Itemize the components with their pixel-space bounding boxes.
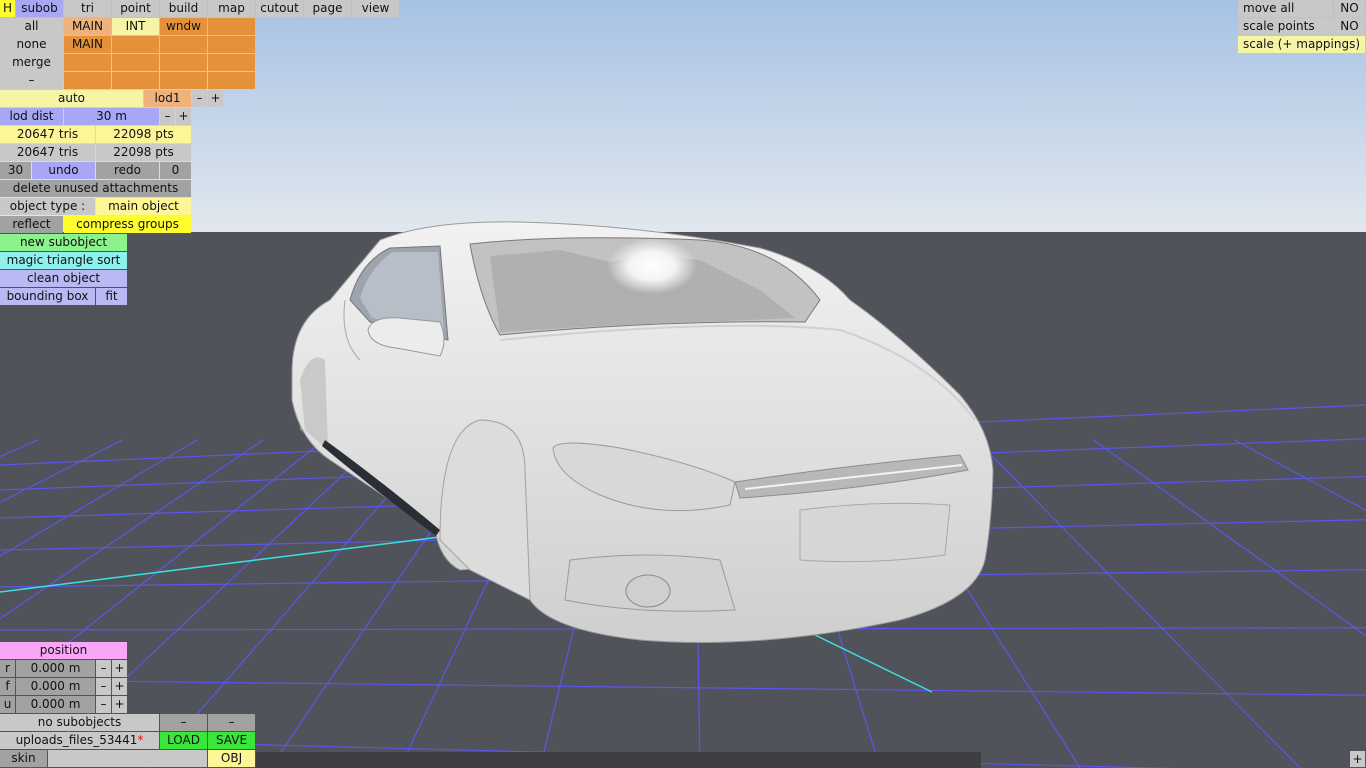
menu-page[interactable]: page: [304, 0, 351, 17]
skin-label[interactable]: skin: [0, 750, 47, 767]
group-none-button[interactable]: none: [0, 36, 63, 53]
group-cell[interactable]: [64, 54, 111, 71]
redo-count: 0: [160, 162, 191, 179]
total-pts-count: 22098 pts: [96, 144, 191, 161]
lod-dist-label: lod dist: [0, 108, 63, 125]
menu-subob[interactable]: subob: [16, 0, 63, 17]
selected-pts-count: 22098 pts: [96, 126, 191, 143]
lod-dist-plus-button[interactable]: +: [176, 108, 191, 125]
position-r-plus-button[interactable]: +: [112, 660, 127, 677]
lod-minus-button[interactable]: –: [192, 90, 207, 107]
subobject-next-button[interactable]: –: [208, 714, 255, 731]
subobject-prev-button[interactable]: –: [160, 714, 207, 731]
selected-tris-count: 20647 tris: [0, 126, 95, 143]
redo-button[interactable]: redo: [96, 162, 159, 179]
lod-mode-button[interactable]: auto: [0, 90, 143, 107]
group-cell[interactable]: [208, 18, 255, 35]
object-type-value[interactable]: main object: [96, 198, 191, 215]
position-axis-label: f: [0, 678, 15, 695]
scale-mappings-button[interactable]: scale (+ mappings): [1238, 36, 1365, 53]
undo-count: 30: [0, 162, 31, 179]
scale-points-label[interactable]: scale points: [1238, 18, 1333, 35]
menu-cutout[interactable]: cutout: [256, 0, 303, 17]
position-f-value[interactable]: 0.000 m: [16, 678, 95, 695]
position-r-value[interactable]: 0.000 m: [16, 660, 95, 677]
load-button[interactable]: LOAD: [160, 732, 207, 749]
group-cell[interactable]: INT: [112, 18, 159, 35]
group-cell[interactable]: MAIN: [64, 36, 111, 53]
magic-triangle-sort-button[interactable]: magic triangle sort: [0, 252, 127, 269]
fit-button[interactable]: fit: [96, 288, 127, 305]
position-u-value[interactable]: 0.000 m: [16, 696, 95, 713]
menu-point[interactable]: point: [112, 0, 159, 17]
menu-view[interactable]: view: [352, 0, 399, 17]
menu-tri[interactable]: tri: [64, 0, 111, 17]
menu-map[interactable]: map: [208, 0, 255, 17]
group-cell[interactable]: MAIN: [64, 18, 111, 35]
group-cell[interactable]: [112, 54, 159, 71]
obj-button[interactable]: OBJ: [208, 750, 255, 767]
status-bar: [256, 752, 981, 768]
bounding-box-button[interactable]: bounding box: [0, 288, 95, 305]
position-f-minus-button[interactable]: –: [96, 678, 111, 695]
group-cell[interactable]: wndw: [160, 18, 207, 35]
group-cell[interactable]: [208, 72, 255, 89]
group-cell[interactable]: [112, 72, 159, 89]
group-cell[interactable]: [160, 72, 207, 89]
compress-groups-button[interactable]: compress groups: [64, 216, 191, 233]
group-cell[interactable]: [64, 72, 111, 89]
position-u-minus-button[interactable]: –: [96, 696, 111, 713]
lod-plus-button[interactable]: +: [208, 90, 223, 107]
group-cell[interactable]: [208, 36, 255, 53]
reflect-button[interactable]: reflect: [0, 216, 63, 233]
object-type-label: object type :: [0, 198, 95, 215]
menu-h[interactable]: H: [0, 0, 15, 17]
group-cell[interactable]: [208, 54, 255, 71]
group-all-button[interactable]: all: [0, 18, 63, 35]
lod-dist-minus-button[interactable]: –: [160, 108, 175, 125]
total-tris-count: 20647 tris: [0, 144, 95, 161]
save-button[interactable]: SAVE: [208, 732, 255, 749]
position-u-plus-button[interactable]: +: [112, 696, 127, 713]
move-all-label[interactable]: move all: [1238, 0, 1333, 17]
scale-points-toggle[interactable]: NO: [1334, 18, 1365, 35]
delete-unused-attachments-button[interactable]: delete unused attachments: [0, 180, 191, 197]
corner-plus-button[interactable]: +: [1350, 751, 1365, 767]
lod-dist-value[interactable]: 30 m: [64, 108, 159, 125]
position-f-plus-button[interactable]: +: [112, 678, 127, 695]
group-cell[interactable]: [160, 54, 207, 71]
move-all-toggle[interactable]: NO: [1334, 0, 1365, 17]
menu-build[interactable]: build: [160, 0, 207, 17]
filename-text: uploads_files_53441: [15, 733, 138, 747]
group-cell[interactable]: [112, 36, 159, 53]
clean-object-button[interactable]: clean object: [0, 270, 127, 287]
group-remove-button[interactable]: –: [0, 72, 63, 89]
filename-field[interactable]: uploads_files_53441*: [0, 732, 159, 749]
undo-button[interactable]: undo: [32, 162, 95, 179]
group-merge-button[interactable]: merge: [0, 54, 63, 71]
lod-level-button[interactable]: lod1: [144, 90, 191, 107]
modified-mark: *: [137, 733, 144, 747]
position-axis-label: u: [0, 696, 15, 713]
new-subobject-button[interactable]: new subobject: [0, 234, 127, 251]
skin-field[interactable]: [48, 750, 207, 767]
position-r-minus-button[interactable]: –: [96, 660, 111, 677]
3d-viewport[interactable]: [0, 0, 1366, 768]
subobjects-status[interactable]: no subobjects: [0, 714, 159, 731]
group-cell[interactable]: [160, 36, 207, 53]
position-axis-label: r: [0, 660, 15, 677]
position-title: position: [0, 642, 127, 659]
